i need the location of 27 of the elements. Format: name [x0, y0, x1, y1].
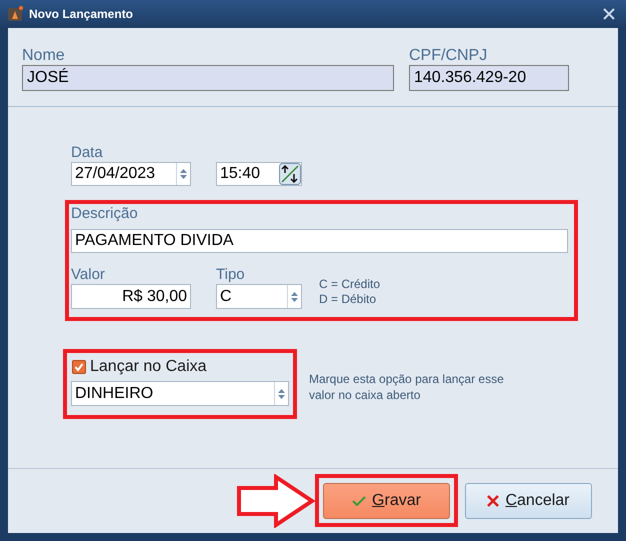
field-label: CPF/CNPJ: [409, 46, 488, 65]
description-field[interactable]: PAGAMENTO DIVIDA: [71, 229, 568, 253]
payment-dropdown[interactable]: DINHEIRO: [71, 381, 289, 406]
hint-text: Marque esta opção para lançar esse valor no caixa aberto: [309, 371, 505, 404]
close-icon[interactable]: [603, 8, 615, 20]
field-label: Nome: [22, 46, 66, 65]
time-field[interactable]: 15:40: [216, 162, 302, 186]
check-icon: [352, 496, 366, 506]
field-label: Valor: [71, 265, 106, 284]
checkbox[interactable]: [72, 360, 86, 374]
field-label: Data: [71, 143, 104, 162]
legend-text: D = Débito: [319, 292, 378, 307]
checkbox-label[interactable]: Lançar no Caixa: [90, 357, 207, 377]
amount-field[interactable]: R$ 30,00: [71, 284, 191, 309]
field-label: Tipo: [216, 265, 246, 284]
app-icon: [7, 6, 23, 22]
save-button[interactable]: Gravar: [323, 483, 450, 519]
document-field[interactable]: 140.356.429-20: [409, 65, 569, 91]
window-title: Novo Lançamento: [29, 6, 134, 23]
cancel-button[interactable]: Cancelar: [465, 483, 592, 519]
spin-icon[interactable]: [279, 163, 301, 185]
close-icon: [487, 495, 500, 507]
date-field[interactable]: 27/04/2023: [71, 162, 191, 186]
type-dropdown[interactable]: C: [216, 284, 302, 309]
name-field[interactable]: JOSÉ: [22, 65, 394, 91]
field-label: Descrição: [71, 204, 139, 223]
legend-text: C = Crédito: [319, 277, 380, 292]
